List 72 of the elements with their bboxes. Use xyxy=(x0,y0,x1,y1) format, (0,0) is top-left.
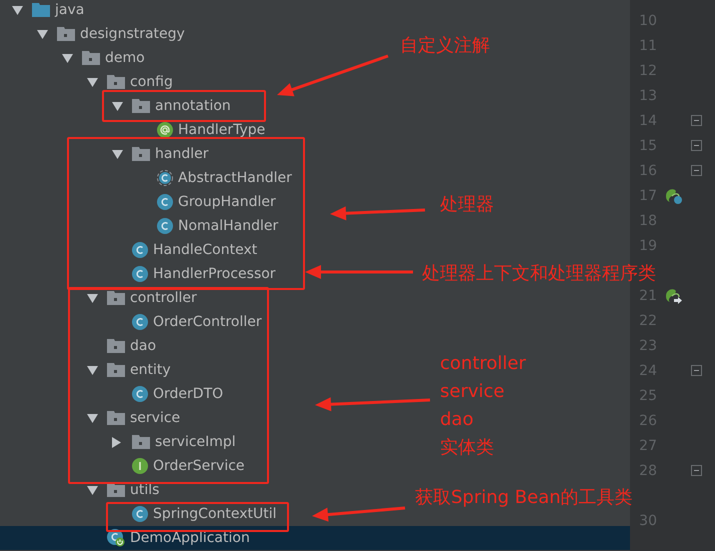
package-folder-icon xyxy=(107,339,125,353)
interface-icon xyxy=(132,458,148,474)
folder-icon xyxy=(32,3,50,17)
tree-item-label[interactable]: HandlerType xyxy=(178,122,266,138)
package-folder-icon xyxy=(57,27,75,41)
expand-arrow-icon[interactable] xyxy=(87,486,98,494)
class-icon xyxy=(132,242,148,258)
class-icon xyxy=(132,314,148,330)
tree-item-label[interactable]: java xyxy=(55,2,84,18)
annotation-text: service xyxy=(440,380,504,404)
expand-arrow-icon[interactable] xyxy=(112,150,123,158)
package-folder-icon xyxy=(107,75,125,89)
annotation-text: dao xyxy=(440,408,474,432)
tree-item-label[interactable]: utils xyxy=(130,482,160,498)
tree-item-label[interactable]: GroupHandler xyxy=(178,194,276,210)
tree-item-label[interactable]: designstrategy xyxy=(80,26,185,42)
tree-item-label[interactable]: NomalHandler xyxy=(178,218,278,234)
package-folder-icon xyxy=(107,291,125,305)
expand-arrow-icon[interactable] xyxy=(12,6,23,14)
expand-arrow-icon[interactable] xyxy=(87,366,98,374)
tree-item-label[interactable]: annotation xyxy=(155,98,231,114)
package-folder-icon xyxy=(82,51,100,65)
bean-icon[interactable] xyxy=(665,186,683,204)
expand-arrow-icon[interactable] xyxy=(62,54,73,62)
bean-arrow-icon[interactable] xyxy=(665,286,683,304)
tree-item-label[interactable]: AbstractHandler xyxy=(178,170,292,186)
tree-item-label[interactable]: SpringContextUtil xyxy=(153,506,277,522)
tree-item-label[interactable]: controller xyxy=(130,290,197,306)
tree-item-label[interactable]: OrderDTO xyxy=(153,386,224,402)
fold-marker-icon[interactable] xyxy=(691,465,702,476)
class-icon xyxy=(157,218,173,234)
spring-application-icon xyxy=(107,529,125,547)
tree-item-label[interactable]: OrderController xyxy=(153,314,262,330)
expand-arrow-icon[interactable] xyxy=(87,294,98,302)
annotation-text: 处理器上下文和处理器程序类 xyxy=(422,262,656,286)
package-folder-icon xyxy=(107,483,125,497)
fold-marker-icon[interactable] xyxy=(691,165,702,176)
expand-arrow-icon[interactable] xyxy=(87,414,98,422)
tree-item-label[interactable]: entity xyxy=(130,362,171,378)
class-icon xyxy=(132,266,148,282)
package-folder-icon xyxy=(132,147,150,161)
tree-item-label[interactable]: HandleContext xyxy=(153,242,258,258)
annotation-text: controller xyxy=(440,352,526,376)
abstract-class-icon xyxy=(157,170,173,186)
package-folder-icon xyxy=(107,411,125,425)
tree-item-label[interactable]: dao xyxy=(130,338,156,354)
annotation-text: 获取Spring Bean的工具类 xyxy=(415,486,633,510)
tree-item-label[interactable]: config xyxy=(130,74,173,90)
collapse-arrow-icon[interactable] xyxy=(112,436,121,448)
expand-arrow-icon[interactable] xyxy=(37,30,48,38)
package-folder-icon xyxy=(132,99,150,113)
tree-item-label[interactable]: demo xyxy=(105,50,145,66)
tree-item-label[interactable]: DemoApplication xyxy=(130,530,250,546)
fold-marker-icon[interactable] xyxy=(691,140,702,151)
class-icon xyxy=(157,194,173,210)
class-icon xyxy=(132,386,148,402)
tree-item-label[interactable]: handler xyxy=(155,146,208,162)
package-folder-icon xyxy=(132,435,150,449)
package-folder-icon xyxy=(107,363,125,377)
expand-arrow-icon[interactable] xyxy=(112,102,123,110)
annotation-text: 实体类 xyxy=(440,436,494,460)
class-icon xyxy=(132,506,148,522)
tree-item-label[interactable]: HandlerProcessor xyxy=(153,266,276,282)
annotation-text: 处理器 xyxy=(440,193,494,217)
tree-item-label[interactable]: serviceImpl xyxy=(155,434,236,450)
expand-arrow-icon[interactable] xyxy=(87,78,98,86)
fold-marker-icon[interactable] xyxy=(691,365,702,376)
tree-item-label[interactable]: service xyxy=(130,410,180,426)
annotation-text: 自定义注解 xyxy=(400,34,490,58)
annotation-icon xyxy=(157,122,173,138)
fold-marker-icon[interactable] xyxy=(691,115,702,126)
tree-item-label[interactable]: OrderService xyxy=(153,458,245,474)
